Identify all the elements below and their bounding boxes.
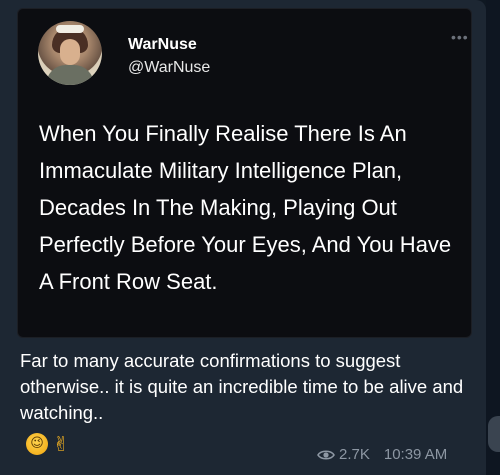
message-meta: 2.7K 10:39 AM [317, 446, 447, 463]
eye-icon [317, 449, 335, 460]
avatar[interactable] [38, 21, 102, 85]
scroll-to-bottom-button[interactable] [488, 416, 500, 452]
avatar-face [60, 39, 80, 65]
emoji-row: 😉 ✌ [26, 431, 72, 457]
avatar-cap [56, 25, 84, 33]
victory-hand-icon: ✌ [52, 432, 70, 456]
chat-background-edge [486, 0, 500, 475]
avatar-collar [46, 65, 94, 85]
message-bubble: WarNuse @WarNuse ••• When You Finally Re… [0, 0, 486, 475]
view-count: 2.7K [339, 446, 370, 463]
tweet-handle[interactable]: @WarNuse [128, 59, 210, 77]
more-options-icon[interactable]: ••• [451, 30, 469, 44]
winking-face-icon: 😉 [26, 433, 48, 455]
tweet-display-name[interactable]: WarNuse [128, 36, 197, 54]
tweet-text: When You Finally Realise There Is An Imm… [39, 121, 452, 294]
message-time: 10:39 AM [383, 446, 448, 463]
message-text: Far to many accurate confirmations to su… [20, 350, 464, 423]
tweet-card[interactable]: WarNuse @WarNuse ••• When You Finally Re… [17, 8, 472, 338]
